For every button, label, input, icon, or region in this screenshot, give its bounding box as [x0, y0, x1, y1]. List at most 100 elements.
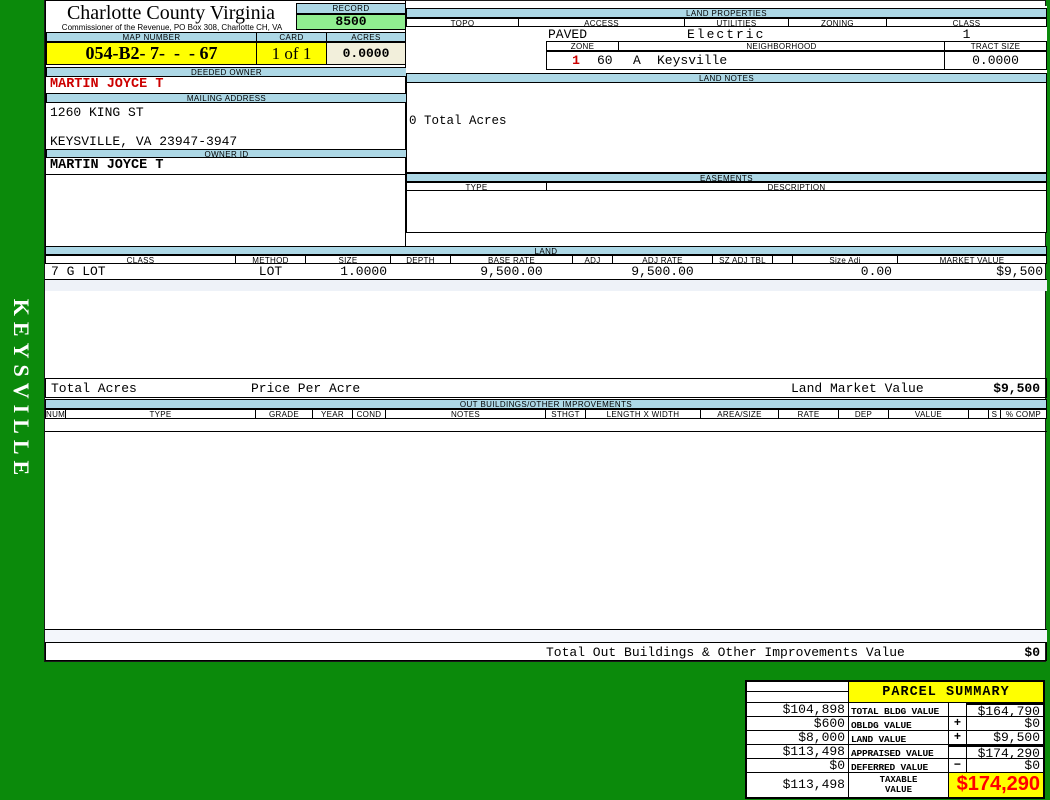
psum-row-land: $8,000 LAND VALUE + $9,500	[747, 731, 1043, 745]
ob-empty-band	[45, 629, 1047, 642]
land-col-class: CLASS	[45, 255, 236, 264]
page-title: Charlotte County Virginia	[66, 2, 276, 24]
ob-col-dep: DEP	[838, 409, 889, 419]
record-header: RECORD	[296, 3, 406, 14]
easements-title: EASEMENTS	[406, 173, 1047, 182]
land-notes-title: LAND NOTES	[406, 73, 1047, 83]
deeded-owner-header: DEEDED OWNER	[46, 67, 407, 77]
land-empty-band	[45, 280, 1047, 291]
psum-row-taxable: $113,498 TAXABLE VALUE $174,290	[747, 773, 1043, 797]
appraised-value-label: APPRAISED VALUE	[849, 745, 949, 759]
prev-obldg-value: $600	[747, 717, 849, 731]
owner-id-header: OWNER ID	[46, 149, 407, 158]
ob-col-grade: GRADE	[255, 409, 313, 419]
land-market-value-label: Land Market Value	[791, 381, 924, 396]
out-buildings-total-value: $0	[1024, 645, 1040, 660]
land-notes-box: 0 Total Acres	[406, 83, 1047, 173]
land-properties-title: LAND PROPERTIES	[406, 8, 1047, 18]
lp-col-class: CLASS	[886, 18, 1047, 27]
land-market-value: $9,500	[996, 264, 1043, 279]
deferred-value-label: DEFERRED VALUE	[849, 759, 949, 773]
out-buildings-header-row: NUM TYPE GRADE YEAR COND NOTES STHGT LEN…	[45, 409, 1047, 419]
owner-panel: Charlotte County Virginia Commissioner o…	[45, 0, 407, 247]
land-title: LAND	[45, 246, 1047, 255]
out-buildings-title: OUT BUILDINGS/OTHER IMPROVEMENTS	[45, 399, 1047, 409]
ob-col-num: NUM	[45, 409, 66, 419]
prev-taxable-value: $113,498	[747, 773, 849, 797]
ob-col-blank	[968, 409, 989, 419]
owner-id-value: MARTIN JOYCE T	[46, 158, 407, 175]
zone-value: 1	[572, 53, 580, 68]
neighborhood-value: Keysville	[657, 53, 728, 68]
deferred-value: $0	[967, 759, 1043, 773]
obldg-value-label: OBLDG VALUE	[849, 717, 949, 731]
map-number-value: 054-B2- 7- - - 67	[46, 42, 257, 65]
prev-appraised-value: $113,498	[747, 745, 849, 759]
ob-col-length-width: LENGTH X WIDTH	[585, 409, 701, 419]
ob-col-rate: RATE	[778, 409, 839, 419]
psum-row-deferred: $0 DEFERRED VALUE − $0	[747, 759, 1043, 773]
land-notes-text: 0 Total Acres	[409, 114, 507, 128]
zone-table: ZONE NEIGHBORHOOD TRACT SIZE 1 60 A Keys…	[546, 41, 1047, 70]
zone-header: ZONE	[546, 41, 619, 51]
deferred-op: −	[949, 759, 967, 773]
land-col-method: METHOD	[235, 255, 306, 264]
district-label: KEYSVILLE	[9, 298, 34, 482]
map-number-header: MAP NUMBER	[46, 32, 257, 42]
total-bldg-value: $164,790	[967, 703, 1043, 717]
land-col-sz-adj-tbl: SZ ADJ TBL	[712, 255, 773, 264]
appraised-op	[949, 745, 967, 759]
psum-row-appraised: $113,498 APPRAISED VALUE $174,290	[747, 745, 1043, 759]
psum-row-total-bldg: $104,898 TOTAL BLDG VALUE $164,790	[747, 703, 1043, 717]
land-col-blank	[772, 255, 793, 264]
easement-type-header: TYPE	[406, 182, 547, 191]
tract-size-value: 0.0000	[944, 51, 1047, 70]
land-col-size: SIZE	[305, 255, 391, 264]
land-data-row: 7 G LOT LOT 1.0000 9,500.00 9,500.00 0.0…	[45, 264, 1047, 280]
ob-col-year: YEAR	[312, 409, 353, 419]
land-base-rate-value: 9,500.00	[480, 264, 543, 279]
land-market-value-total: $9,500	[993, 381, 1040, 396]
ob-col-pct-comp: % COMP	[1000, 409, 1047, 419]
prev-land-value: $8,000	[747, 731, 849, 745]
ob-col-sthgt: STHGT	[545, 409, 586, 419]
mailing-address-header: MAILING ADDRESS	[46, 93, 407, 103]
total-bldg-op	[949, 703, 967, 717]
land-size-adj-value: 0.00	[860, 264, 892, 279]
access-value: PAVED	[548, 27, 588, 42]
lp-col-zoning: ZONING	[788, 18, 887, 27]
land-method-value: LOT	[258, 264, 283, 279]
land-size-value: 1.0000	[340, 264, 387, 279]
appraised-value: $174,290	[967, 745, 1043, 759]
page-subtitle: Commissioner of the Revenue, PO Box 308,…	[61, 23, 283, 32]
land-col-market-value: MARKET VALUE	[897, 255, 1047, 264]
class-value: 1	[962, 27, 971, 42]
land-col-base-rate: BASE RATE	[450, 255, 573, 264]
lp-col-topo: TOPO	[406, 18, 519, 27]
easement-description-header: DESCRIPTION	[546, 182, 1047, 191]
lp-col-utilities: UTILITIES	[684, 18, 789, 27]
ob-empty-row	[45, 419, 1047, 432]
record-card: Charlotte County Virginia Commissioner o…	[44, 0, 1047, 662]
zone-code: 60	[597, 53, 613, 68]
prev-total-bldg-value: $104,898	[747, 703, 849, 717]
deeded-owner-value: MARTIN JOYCE T	[46, 77, 407, 94]
parcel-summary-title: PARCEL SUMMARY	[849, 682, 1043, 703]
price-per-acre-label: Price Per Acre	[251, 381, 361, 396]
obldg-value: $0	[967, 717, 1043, 731]
land-col-adj: ADJ	[572, 255, 613, 264]
utilities-value: Electric	[687, 27, 766, 42]
prev-deferred-value: $0	[747, 759, 849, 773]
neighborhood-header: NEIGHBORHOOD	[618, 41, 945, 51]
land-totals-row: Total Acres Price Per Acre Land Market V…	[45, 378, 1047, 398]
land-header-row: CLASS METHOD SIZE DEPTH BASE RATE ADJ AD…	[45, 255, 1047, 264]
out-buildings-total-label: Total Out Buildings & Other Improvements…	[546, 645, 905, 660]
easements-box	[406, 191, 1047, 233]
acres-value: 0.0000	[326, 42, 406, 65]
psum-header-spacer	[747, 682, 849, 703]
total-bldg-value-label: TOTAL BLDG VALUE	[849, 703, 949, 717]
card-value: 1 of 1	[256, 42, 327, 65]
record-value: 8500	[296, 14, 406, 30]
out-buildings-total-row: Total Out Buildings & Other Improvements…	[45, 642, 1047, 661]
land-col-depth: DEPTH	[390, 255, 451, 264]
